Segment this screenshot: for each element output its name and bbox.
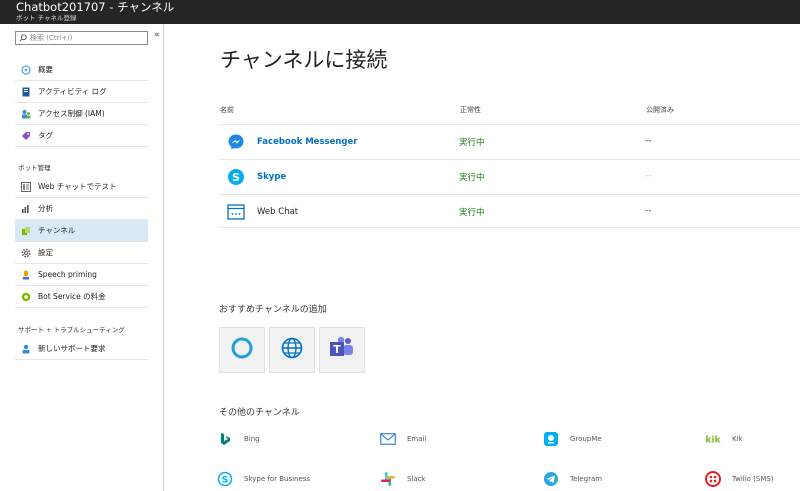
- sidebar-item-tags[interactable]: タグ: [15, 125, 148, 147]
- svg-text:T: T: [333, 343, 341, 356]
- iam-icon: [21, 109, 31, 119]
- other-channel-slack[interactable]: Slack: [379, 469, 426, 489]
- column-header-name: 名前: [220, 106, 234, 114]
- table-row-facebook-messenger[interactable]: Facebook Messenger 実行中 --: [219, 124, 800, 158]
- svg-text:S: S: [232, 171, 240, 184]
- sidebar-item-label: 概要: [38, 65, 53, 74]
- other-channel-email[interactable]: Email: [379, 429, 426, 449]
- section-label-support: サポート + トラブルシューティング: [18, 326, 125, 334]
- recommended-tile-teams[interactable]: T: [319, 327, 365, 373]
- sidebar: « 概要 アクティビティ ログ アクセス制御 (IAM) タグ ボット管理 We…: [0, 24, 164, 491]
- collapse-sidebar-button[interactable]: «: [154, 30, 160, 40]
- search-input[interactable]: [30, 34, 140, 42]
- sidebar-item-label: アクセス制御 (IAM): [38, 109, 105, 118]
- published-value: --: [645, 136, 652, 146]
- skype-for-business-icon: S: [216, 470, 234, 488]
- other-channel-kik[interactable]: kik Kik: [704, 429, 743, 449]
- other-channel-label: Skype for Business: [244, 475, 311, 483]
- speech-priming-icon: [21, 270, 31, 280]
- skype-icon: S: [227, 168, 245, 186]
- tag-icon: [21, 131, 31, 141]
- other-channel-twilio[interactable]: Twilio (SMS): [704, 469, 774, 489]
- groupme-icon: [542, 430, 560, 448]
- sidebar-item-label: Speech priming: [38, 270, 97, 279]
- sidebar-item-iam[interactable]: アクセス制御 (IAM): [15, 103, 148, 125]
- email-icon: [379, 430, 397, 448]
- sidebar-item-label: タグ: [38, 131, 53, 140]
- other-channels-heading: その他のチャンネル: [219, 408, 300, 418]
- status-text: 実行中: [459, 208, 485, 218]
- microsoft-teams-icon: T: [329, 336, 355, 364]
- overview-icon: [21, 64, 31, 75]
- table-row-web-chat[interactable]: Web Chat 実行中 --: [219, 194, 800, 228]
- cortana-icon: [230, 336, 254, 364]
- sidebar-item-speech-priming[interactable]: Speech priming: [15, 264, 148, 286]
- other-channel-label: Slack: [407, 475, 426, 483]
- sidebar-item-analytics[interactable]: 分析: [15, 198, 148, 220]
- other-channel-skype-for-business[interactable]: S Skype for Business: [216, 469, 310, 489]
- table-row-skype[interactable]: S Skype 実行中 --: [219, 159, 800, 193]
- other-channel-groupme[interactable]: GroupMe: [542, 429, 602, 449]
- status-text: 実行中: [459, 173, 485, 183]
- sidebar-item-settings[interactable]: 設定: [15, 242, 148, 264]
- channels-icon: [21, 226, 31, 236]
- other-channel-label: Telegram: [570, 475, 603, 483]
- column-header-published: 公開済み: [646, 106, 674, 114]
- other-channel-label: Bing: [244, 435, 260, 443]
- sidebar-item-overview[interactable]: 概要: [15, 59, 148, 81]
- sidebar-item-label: チャンネル: [38, 226, 76, 235]
- sidebar-item-label: Web チャットでテスト: [38, 182, 117, 191]
- telegram-icon: [542, 470, 560, 488]
- other-channel-label: GroupMe: [570, 435, 602, 443]
- gear-icon: [21, 248, 31, 258]
- kik-icon: kik: [704, 430, 722, 448]
- direct-line-globe-icon: [280, 336, 304, 364]
- recommended-tile-direct-line[interactable]: [269, 327, 315, 373]
- twilio-icon: [704, 470, 722, 488]
- published-value: --: [645, 206, 652, 216]
- search-box[interactable]: [15, 31, 148, 45]
- sidebar-item-pricing[interactable]: Bot Service の料金: [15, 286, 148, 308]
- sidebar-item-label: 分析: [38, 204, 53, 213]
- section-label-bot-management: ボット管理: [18, 164, 51, 172]
- sidebar-item-label: アクティビティ ログ: [38, 87, 107, 96]
- pricing-icon: [21, 292, 31, 302]
- main-content: チャンネルに接続 名前 正常性 公開済み Facebook Messenger …: [165, 24, 800, 491]
- status-text: 実行中: [459, 138, 485, 148]
- channel-name-link[interactable]: Web Chat: [257, 207, 298, 217]
- other-channel-telegram[interactable]: Telegram: [542, 469, 602, 489]
- channel-name-link[interactable]: Skype: [257, 172, 286, 182]
- sidebar-item-label: 新しいサポート要求: [38, 344, 106, 353]
- web-chat-test-icon: [21, 181, 31, 192]
- sidebar-item-label: 設定: [38, 248, 53, 257]
- title-bar: Chatbot201707 - チャンネル ボット チャネル登録: [0, 0, 800, 24]
- other-channel-label: Email: [407, 435, 427, 443]
- recommended-channels-heading: おすすめチャンネルの追加: [219, 305, 327, 315]
- window-subtitle: ボット チャネル登録: [16, 14, 77, 22]
- bing-icon: [216, 430, 234, 448]
- web-chat-icon: [227, 203, 245, 221]
- published-value: --: [645, 171, 652, 181]
- other-channel-label: Twilio (SMS): [732, 475, 774, 483]
- facebook-messenger-icon: [227, 133, 245, 151]
- support-request-icon: [21, 344, 31, 354]
- sidebar-item-new-support-request[interactable]: 新しいサポート要求: [15, 338, 148, 360]
- analytics-icon: [21, 204, 31, 214]
- svg-text:S: S: [222, 476, 228, 486]
- activity-log-icon: [21, 87, 31, 97]
- sidebar-item-label: Bot Service の料金: [38, 292, 106, 301]
- channel-name-link[interactable]: Facebook Messenger: [257, 137, 357, 147]
- search-icon: [19, 34, 27, 42]
- other-channel-bing[interactable]: Bing: [216, 429, 260, 449]
- sidebar-item-web-chat-test[interactable]: Web チャットでテスト: [15, 176, 148, 198]
- column-header-health: 正常性: [460, 106, 481, 114]
- svg-text:kik: kik: [705, 436, 721, 445]
- recommended-tile-cortana[interactable]: [219, 327, 265, 373]
- other-channel-label: Kik: [732, 435, 743, 443]
- sidebar-item-activity-log[interactable]: アクティビティ ログ: [15, 81, 148, 103]
- slack-icon: [379, 470, 397, 488]
- page-title: チャンネルに接続: [220, 48, 388, 72]
- window-title: Chatbot201707 - チャンネル: [16, 0, 175, 14]
- sidebar-item-channels[interactable]: チャンネル: [15, 220, 148, 242]
